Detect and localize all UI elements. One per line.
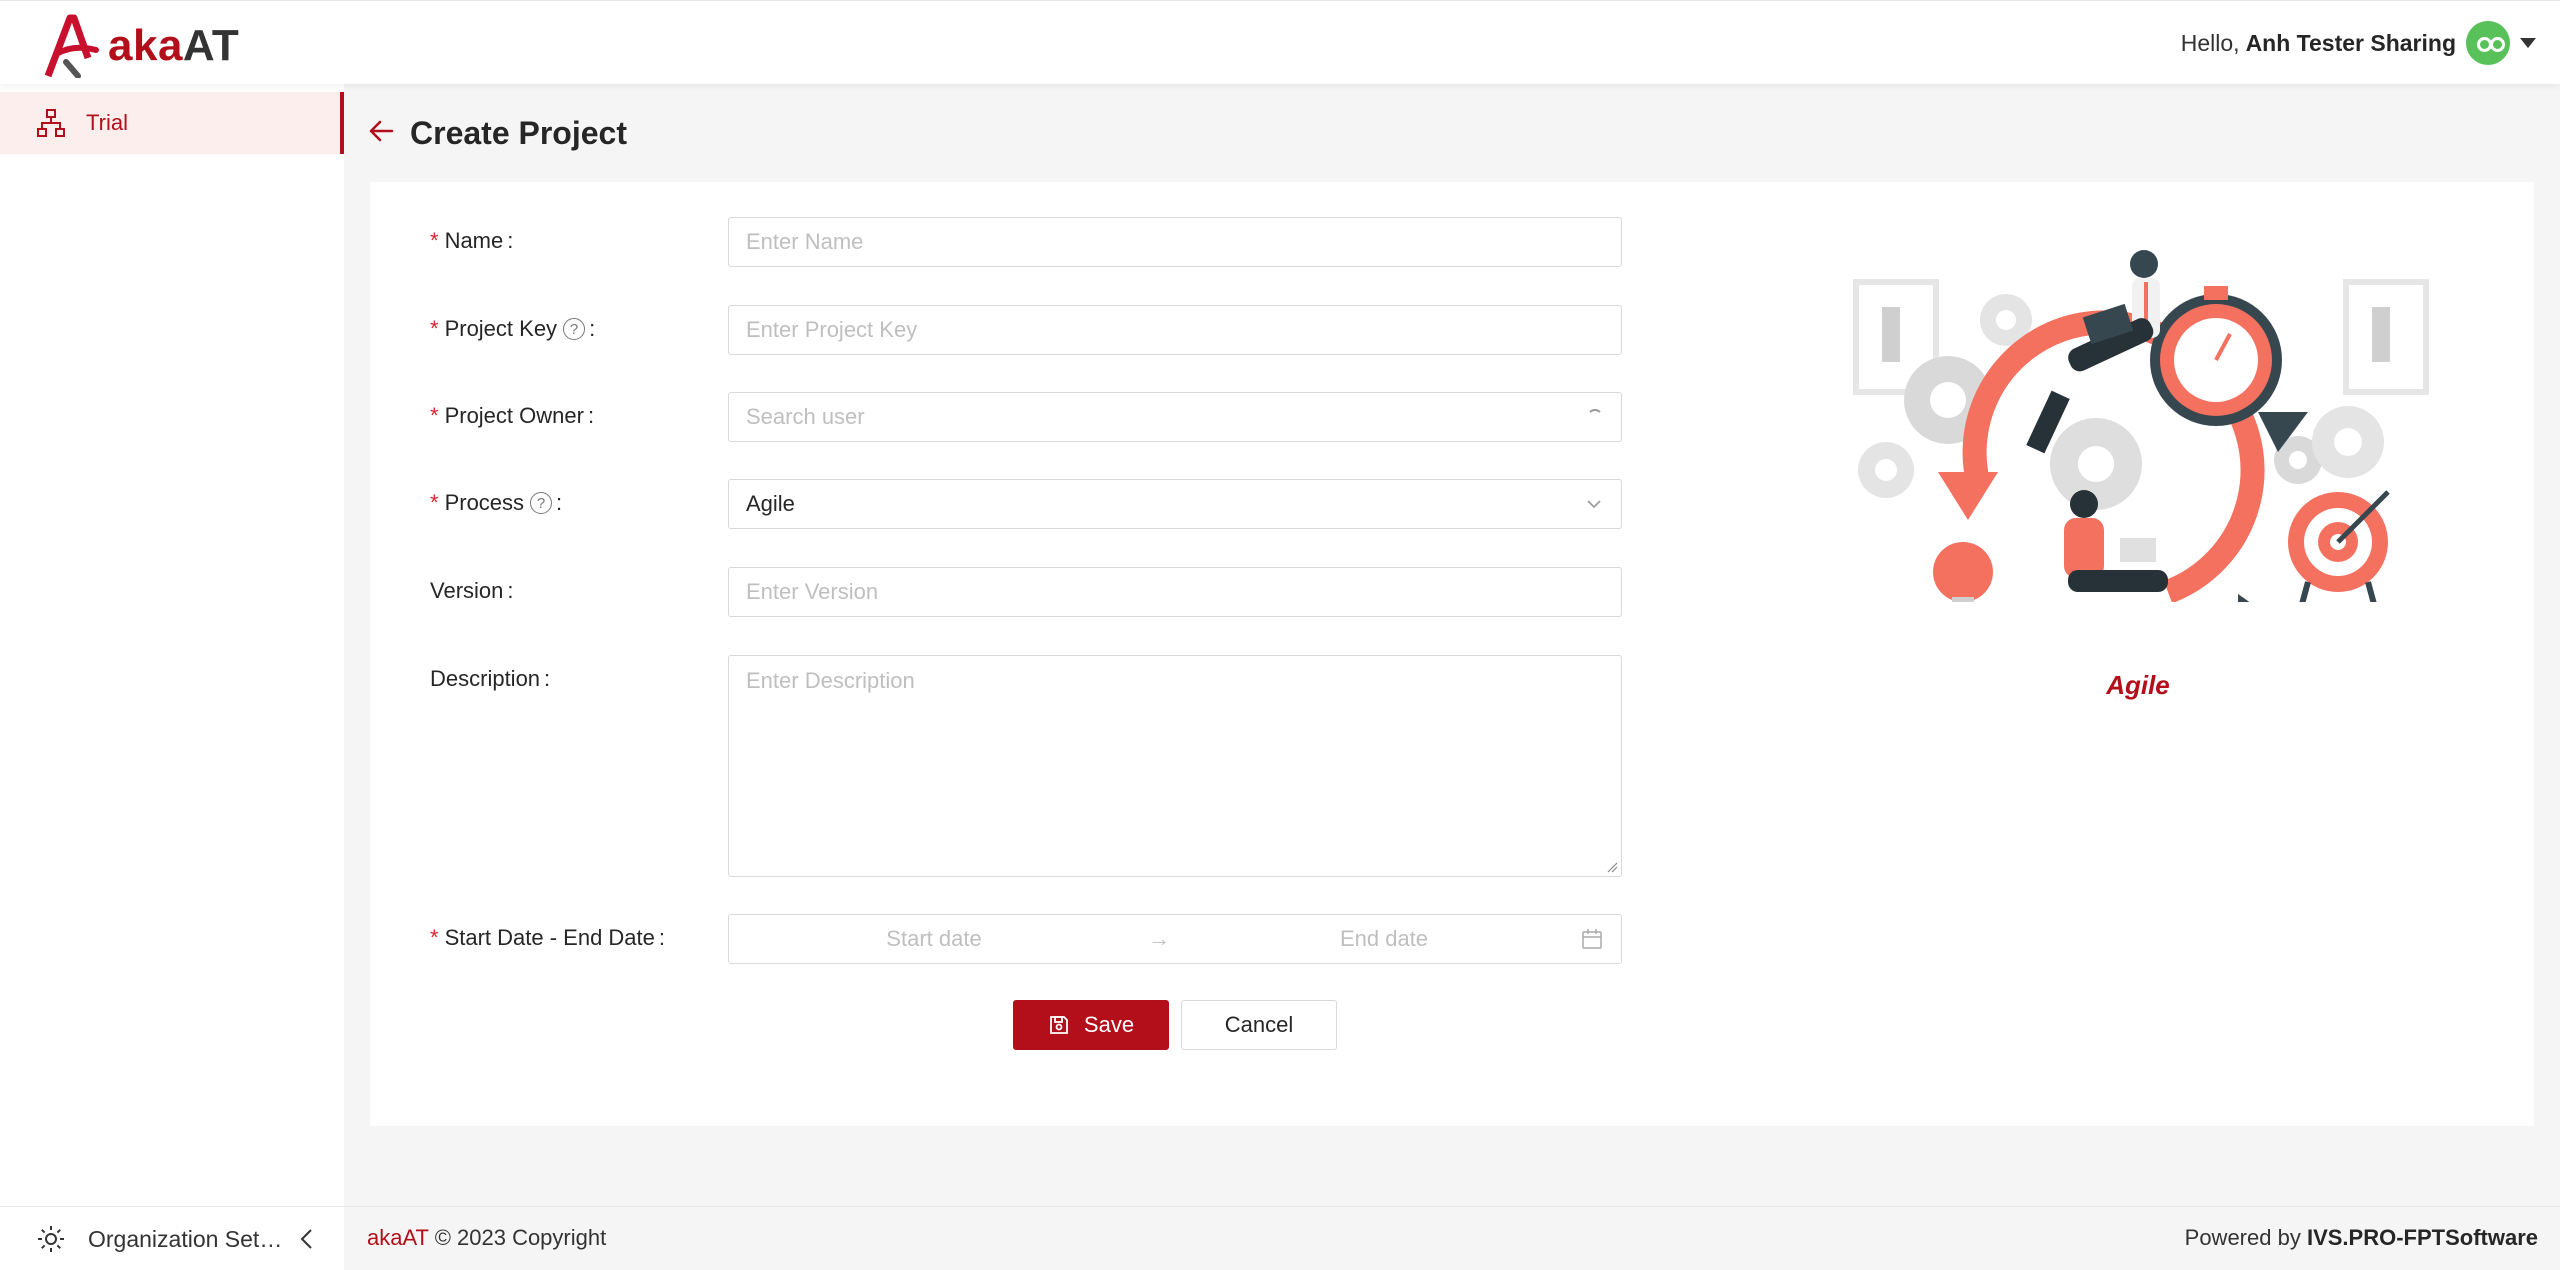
avatar[interactable] — [2466, 21, 2510, 65]
process-select[interactable]: Agile — [728, 479, 1622, 529]
form-row-name: * Name: Enter Name — [430, 217, 1622, 267]
page-header: Create Project — [368, 110, 627, 156]
greeting-text: Hello, — [2180, 29, 2240, 56]
chevron-down-icon — [1587, 500, 1601, 509]
create-project-card: * Name: Enter Name * Project Key ?: Enter … — [370, 182, 2534, 1126]
agile-illustration — [1853, 250, 2429, 602]
copyright-text: © 2023 Copyright — [434, 1225, 607, 1250]
name-label: * Name: — [430, 228, 514, 253]
save-icon — [1050, 1016, 1068, 1034]
form-row-version: Version: Enter Version — [430, 567, 1622, 617]
description-label: Description: — [430, 666, 551, 691]
description-placeholder: Enter Description — [746, 668, 915, 693]
top-header: akaAT Hello, Anh Tester Sharing — [0, 0, 2560, 84]
date-range-picker[interactable]: Start date → End date — [728, 914, 1622, 964]
resize-handle-icon[interactable] — [1606, 861, 1618, 873]
description-textarea[interactable]: Enter Description — [728, 655, 1622, 877]
project-key-input[interactable]: Enter Project Key — [728, 305, 1622, 355]
calendar-icon — [1582, 929, 1602, 949]
akaat-logo[interactable]: akaAT — [44, 13, 239, 79]
form-row-project-owner: * Project Owner: Search user — [430, 392, 1622, 442]
powered-by-company[interactable]: IVS.PRO-FPTSoftware — [2307, 1225, 2538, 1250]
project-key-placeholder: Enter Project Key — [746, 317, 918, 342]
project-owner-placeholder: Search user — [746, 404, 865, 429]
copyright: akaAT © 2023 Copyright — [367, 1225, 606, 1251]
process-caption: Agile — [2106, 670, 2170, 700]
version-label: Version: — [430, 578, 514, 603]
sidebar: Trial — [0, 84, 344, 1206]
project-owner-select[interactable]: Search user — [728, 392, 1622, 442]
name-input[interactable]: Enter Name — [728, 217, 1622, 267]
date-range-label: * Start Date - End Date: — [430, 925, 666, 950]
sidebar-item-trial[interactable]: Trial — [0, 92, 344, 154]
logo-text: akaAT — [108, 21, 240, 70]
sitemap-icon — [37, 109, 65, 137]
arrow-left-icon[interactable] — [368, 117, 396, 150]
user-name: Anh Tester Sharing — [2245, 29, 2456, 56]
save-button[interactable]: Save — [1013, 1000, 1169, 1050]
process-value: Agile — [746, 491, 795, 516]
version-placeholder: Enter Version — [746, 579, 879, 604]
organization-settings-button[interactable]: Organization Setti... — [0, 1207, 344, 1270]
question-circle-icon[interactable]: ? — [530, 492, 553, 514]
project-owner-label: * Project Owner: — [430, 403, 595, 428]
user-menu[interactable]: Hello, Anh Tester Sharing — [2181, 21, 2536, 65]
form-row-date-range: * Start Date - End Date: Start date → End… — [430, 914, 1622, 964]
version-input[interactable]: Enter Version — [728, 567, 1622, 617]
arrow-right-icon: → — [1148, 926, 1170, 951]
gear-icon — [38, 1226, 64, 1252]
form-row-description: Description: Enter Description — [430, 655, 1622, 877]
organization-settings-label: Organization Setti... — [88, 1225, 283, 1252]
start-date-input[interactable]: Start date — [729, 926, 1139, 952]
logo-mark-icon — [44, 14, 99, 78]
loading-spinner-icon — [1587, 409, 1603, 425]
end-date-input[interactable]: End date — [1179, 926, 1589, 952]
cancel-button[interactable]: Cancel — [1181, 1000, 1337, 1050]
page-title: Create Project — [410, 114, 627, 151]
footer: Organization Setti... akaAT © 2023 Copyr… — [0, 1206, 2560, 1270]
cancel-label: Cancel — [1224, 1012, 1294, 1037]
save-label: Save — [1083, 1012, 1135, 1037]
project-key-label: * Project Key ?: — [430, 316, 596, 341]
process-label: * Process ?: — [430, 490, 563, 515]
chevron-left-icon[interactable] — [297, 1227, 317, 1251]
form-row-project-key: * Project Key ?: Enter Project Key — [430, 305, 1622, 355]
powered-by-label: Powered by — [2184, 1225, 2301, 1250]
caret-down-icon[interactable] — [2520, 38, 2536, 48]
powered-by: Powered by IVS.PRO-FPTSoftware — [2185, 1225, 2538, 1251]
copyright-brand[interactable]: akaAT — [367, 1225, 429, 1250]
question-circle-icon[interactable]: ? — [563, 318, 586, 340]
form-row-process: * Process ?: Agile — [430, 479, 1622, 529]
sidebar-item-label: Trial — [86, 110, 128, 135]
name-placeholder: Enter Name — [746, 229, 864, 254]
